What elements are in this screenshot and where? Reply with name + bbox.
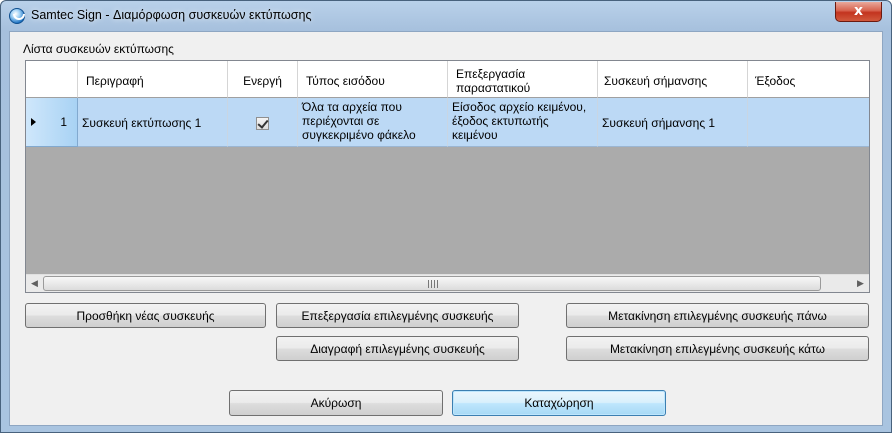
edit-device-button[interactable]: Επεξεργασία επιλεγμένης συσκευής <box>276 303 519 328</box>
table-row[interactable]: 1 Συσκευή εκτύπωσης 1 Όλα τα αρχεία που … <box>26 98 869 147</box>
delete-device-button[interactable]: Διαγραφή επιλεγμένης συσκευής <box>276 336 519 361</box>
row-number: 1 <box>60 115 67 129</box>
title-bar[interactable]: Samtec Sign - Διαμόρφωση συσκευών εκτύπω… <box>1 1 891 31</box>
window-title: Samtec Sign - Διαμόρφωση συσκευών εκτύπω… <box>31 8 312 22</box>
horizontal-scrollbar[interactable]: ◀ ▶ <box>26 274 869 292</box>
move-down-button[interactable]: Μετακίνηση επιλεγμένης συσκευής κάτω <box>566 336 869 361</box>
column-header-description[interactable]: Περιγραφή <box>78 61 228 98</box>
grip-icon <box>428 280 438 288</box>
close-button[interactable]: x <box>835 2 882 22</box>
cell-active[interactable] <box>228 98 298 147</box>
grid-header: Περιγραφή Ενεργή Τύπος εισόδου Επεξεργασ… <box>26 61 869 98</box>
grid-corner-header[interactable] <box>26 61 78 98</box>
current-row-arrow-icon <box>31 118 36 126</box>
cancel-button[interactable]: Ακύρωση <box>229 390 443 416</box>
add-device-button[interactable]: Προσθήκη νέας συσκευής <box>25 303 266 328</box>
save-button[interactable]: Καταχώρηση <box>452 390 666 416</box>
close-icon: x <box>853 3 864 19</box>
cell-signing-device[interactable]: Συσκευή σήμανσης 1 <box>598 98 748 147</box>
device-list-label: Λίστα συσκευών εκτύπωσης <box>23 42 174 56</box>
column-header-document-processing[interactable]: Επεξεργασία παραστατικού <box>448 61 598 98</box>
scroll-left-icon[interactable]: ◀ <box>26 275 43 292</box>
scrollbar-thumb[interactable] <box>43 276 821 291</box>
cell-document-processing[interactable]: Είσοδος αρχείο κειμένου, έξοδος εκτυπωτή… <box>448 98 598 147</box>
dialog-window: Samtec Sign - Διαμόρφωση συσκευών εκτύπω… <box>0 0 892 433</box>
cell-description[interactable]: Συσκευή εκτύπωσης 1 <box>78 98 228 147</box>
column-header-output[interactable]: Έξοδος <box>748 61 869 98</box>
move-up-button[interactable]: Μετακίνηση επιλεγμένης συσκευής πάνω <box>566 303 869 328</box>
cell-input-type[interactable]: Όλα τα αρχεία που περιέχονται σε συγκεκρ… <box>298 98 448 147</box>
column-header-input-type[interactable]: Τύπος εισόδου <box>298 61 448 98</box>
app-icon[interactable] <box>9 8 25 24</box>
cell-output[interactable] <box>748 98 869 147</box>
scroll-right-icon[interactable]: ▶ <box>852 275 869 292</box>
dialog-client-area: Λίστα συσκευών εκτύπωσης Περιγραφή Ενεργ… <box>9 31 883 426</box>
column-header-signing-device[interactable]: Συσκευή σήμανσης <box>598 61 748 98</box>
column-header-active[interactable]: Ενεργή <box>228 61 298 98</box>
devices-grid[interactable]: Περιγραφή Ενεργή Τύπος εισόδου Επεξεργασ… <box>25 60 870 293</box>
active-checkbox[interactable] <box>256 116 269 130</box>
row-header[interactable]: 1 <box>26 98 78 147</box>
